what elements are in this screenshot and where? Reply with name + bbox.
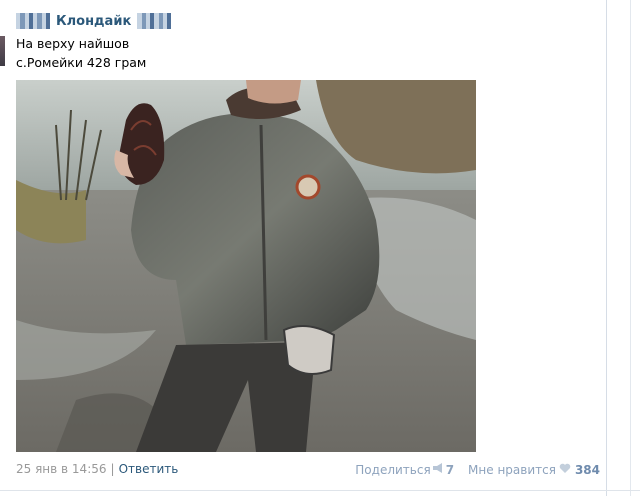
footer-separator: | bbox=[110, 462, 115, 476]
mosaic-logo-icon bbox=[137, 13, 172, 29]
share-button[interactable]: Поделиться 7 bbox=[355, 462, 454, 477]
post-divider bbox=[0, 490, 640, 491]
reply-link[interactable]: Ответить bbox=[119, 462, 179, 476]
post-date[interactable]: 25 янв в 14:56 bbox=[16, 462, 107, 476]
post-photo[interactable] bbox=[16, 80, 476, 452]
post-text-line: с.Ромейки 428 грам bbox=[16, 55, 147, 70]
group-name-link[interactable]: Клондайк bbox=[56, 14, 131, 29]
megaphone-icon bbox=[431, 462, 445, 477]
like-count: 384 bbox=[574, 462, 600, 477]
heart-icon bbox=[559, 463, 571, 477]
post-footer: 25 янв в 14:56 | Ответить Поделиться 7 Мне… bbox=[16, 462, 600, 478]
avatar[interactable] bbox=[0, 36, 5, 66]
post-text-line: На верху найшов bbox=[16, 36, 130, 51]
mosaic-logo-icon bbox=[16, 13, 50, 29]
post-header: Клондайк bbox=[16, 12, 172, 30]
like-button[interactable]: Мне нравится 384 bbox=[468, 463, 600, 477]
scrollbar-track[interactable] bbox=[630, 0, 631, 496]
post-text: На верху найшов с.Ромейки 428 грам bbox=[16, 34, 146, 72]
share-label: Поделиться bbox=[355, 462, 431, 477]
post-actions: Поделиться 7 Мне нравится 384 bbox=[355, 462, 600, 477]
share-count: 7 bbox=[445, 462, 455, 477]
content-border-right bbox=[606, 0, 607, 496]
like-label: Мне нравится bbox=[468, 462, 556, 477]
